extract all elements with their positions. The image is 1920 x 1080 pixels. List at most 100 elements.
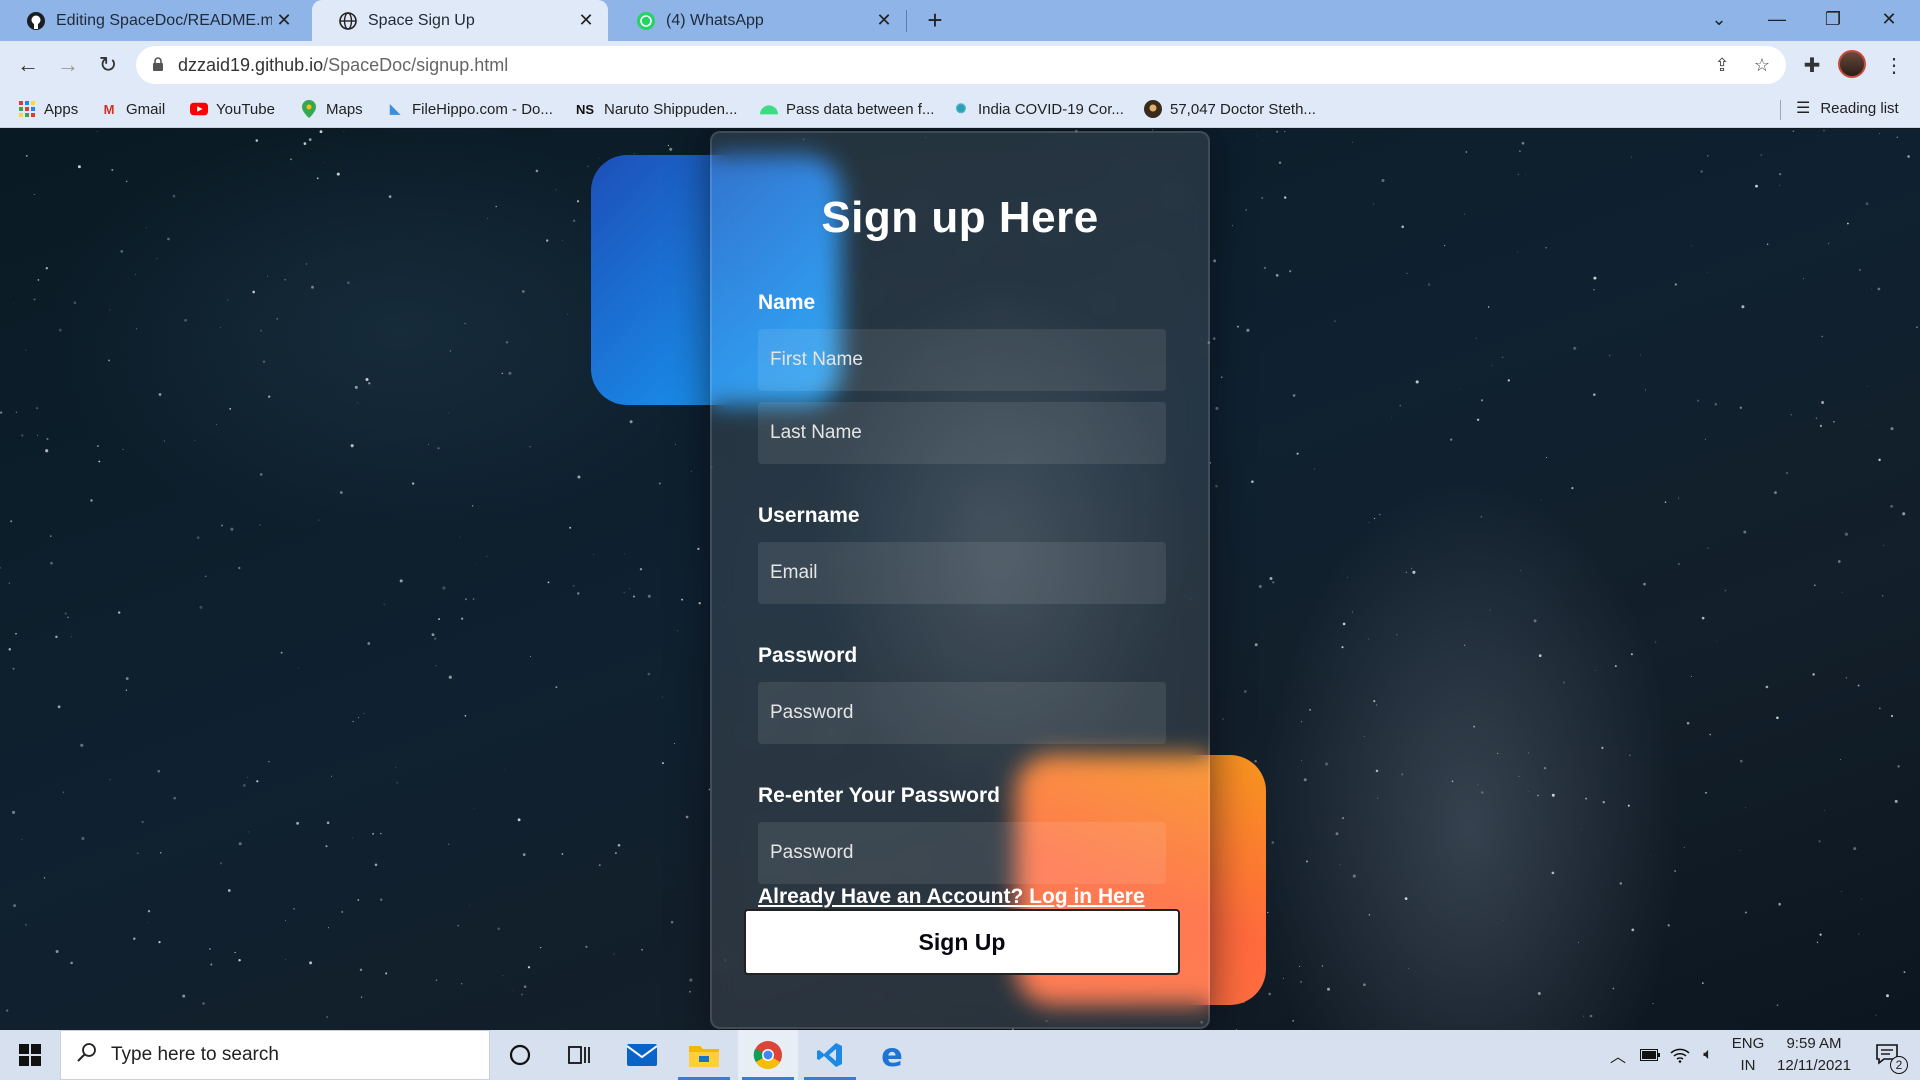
- tab-whatsapp[interactable]: (4) WhatsApp ✕: [610, 0, 906, 41]
- forward-icon[interactable]: →: [52, 49, 84, 81]
- star: [73, 301, 77, 305]
- star: [565, 1028, 566, 1030]
- star: [1792, 130, 1795, 133]
- address-bar[interactable]: dzzaid19.github.io/SpaceDoc/signup.html …: [136, 46, 1786, 84]
- bookmark-covid[interactable]: ✺ India COVID-19 Cor...: [952, 98, 1124, 120]
- reload-icon[interactable]: ↻: [92, 49, 124, 81]
- bookmark-filehippo[interactable]: ◣ FileHippo.com - Do...: [386, 98, 553, 120]
- star: [1583, 1015, 1584, 1017]
- tab-title: Space Sign Up: [368, 11, 475, 29]
- star: [1896, 136, 1898, 138]
- edge-icon[interactable]: e: [862, 1030, 922, 1080]
- star: [613, 953, 615, 955]
- bookmark-doctor[interactable]: 57,047 Doctor Steth...: [1144, 98, 1316, 120]
- wifi-icon[interactable]: [1666, 1030, 1694, 1080]
- star: [354, 385, 358, 389]
- star: [234, 951, 236, 954]
- profile-avatar[interactable]: [1838, 50, 1866, 78]
- star: [1537, 992, 1541, 995]
- star: [435, 665, 437, 667]
- bookmark-pass-data[interactable]: Pass data between f...: [760, 98, 934, 120]
- language-indicator[interactable]: ENG IN: [1728, 1033, 1768, 1077]
- close-tab-icon[interactable]: ✕: [574, 10, 598, 31]
- cortana-icon[interactable]: [490, 1030, 550, 1080]
- task-view-icon[interactable]: [550, 1030, 610, 1080]
- last-name-input[interactable]: [758, 402, 1166, 464]
- bookmark-naruto[interactable]: NS Naruto Shippuden...: [574, 98, 737, 120]
- star: [357, 716, 360, 719]
- star: [323, 162, 325, 164]
- share-icon[interactable]: ⇪: [1710, 53, 1734, 77]
- star: [1897, 765, 1900, 768]
- star: [1521, 142, 1525, 145]
- volume-icon[interactable]: 🔈︎: [1694, 1030, 1722, 1080]
- close-tab-icon[interactable]: ✕: [872, 10, 896, 31]
- star: [1779, 185, 1780, 187]
- star: [1379, 513, 1381, 516]
- star: [629, 420, 633, 424]
- star: [350, 444, 354, 448]
- star: [698, 601, 701, 605]
- star: [13, 904, 17, 908]
- battery-icon[interactable]: [1636, 1030, 1664, 1080]
- star: [125, 689, 128, 691]
- show-hidden-icons-chevron[interactable]: ︿: [1604, 1030, 1632, 1080]
- star: [15, 411, 17, 413]
- reading-list-button[interactable]: ☰ Reading list: [1796, 98, 1899, 118]
- star: [219, 862, 223, 865]
- star: [437, 447, 440, 450]
- chrome-icon[interactable]: [738, 1030, 798, 1080]
- clock[interactable]: 9:59 AM 12/11/2021: [1766, 1033, 1862, 1077]
- extensions-icon[interactable]: ✚: [1796, 50, 1828, 82]
- taskbar-search-box[interactable]: Type here to search: [60, 1030, 490, 1080]
- star: [1477, 784, 1479, 786]
- sign-up-button[interactable]: Sign Up: [744, 909, 1180, 975]
- password-input[interactable]: [758, 682, 1166, 744]
- bookmark-star-icon[interactable]: ☆: [1750, 53, 1774, 77]
- star: [147, 910, 151, 913]
- bookmark-label: YouTube: [216, 100, 275, 118]
- star: [448, 675, 452, 679]
- star: [1284, 131, 1286, 133]
- tab-space-sign-up[interactable]: Space Sign Up ✕: [312, 0, 608, 41]
- restore-icon[interactable]: ❐: [1806, 0, 1860, 41]
- bookmark-gmail[interactable]: M Gmail: [100, 98, 166, 120]
- tab-search-chevron-icon[interactable]: ⌄: [1692, 0, 1746, 41]
- star: [511, 990, 513, 992]
- close-window-icon[interactable]: ✕: [1862, 0, 1916, 41]
- vscode-icon[interactable]: [800, 1030, 860, 1080]
- bookmark-apps[interactable]: Apps: [18, 98, 78, 120]
- tab-strip: Editing SpaceDoc/README.md a ✕ Space Sig…: [0, 0, 1920, 41]
- star: [1480, 399, 1484, 402]
- new-tab-icon[interactable]: +: [920, 6, 950, 36]
- windows-taskbar: Type here to search e ︿ 🔈︎ ENG IN 9:59 A…: [0, 1030, 1920, 1080]
- login-link[interactable]: Already Have an Account? Log in Here: [758, 885, 1145, 909]
- reenter-password-input[interactable]: [758, 822, 1166, 884]
- email-input[interactable]: [758, 542, 1166, 604]
- tab-github[interactable]: Editing SpaceDoc/README.md a ✕: [0, 0, 306, 41]
- bookmark-youtube[interactable]: YouTube: [190, 98, 275, 120]
- windows-start-icon[interactable]: [0, 1030, 60, 1080]
- menu-kebab-icon[interactable]: ⋮: [1878, 50, 1910, 82]
- notification-center-icon[interactable]: 2: [1866, 1030, 1910, 1080]
- star: [1858, 268, 1861, 271]
- username-label: Username: [758, 504, 860, 527]
- star: [670, 920, 674, 924]
- bookmark-maps[interactable]: Maps: [300, 98, 363, 120]
- star: [77, 165, 81, 169]
- minimize-icon[interactable]: —: [1750, 0, 1804, 41]
- back-icon[interactable]: ←: [12, 49, 44, 81]
- first-name-input[interactable]: [758, 329, 1166, 391]
- star: [1739, 850, 1741, 851]
- notification-count-badge: 2: [1890, 1056, 1908, 1074]
- star: [1404, 897, 1408, 901]
- star: [1741, 305, 1745, 309]
- star: [137, 852, 139, 854]
- page-viewport: Sign up Here Name Username Password Re-e…: [0, 129, 1920, 1030]
- star: [1267, 911, 1269, 914]
- mail-icon[interactable]: [612, 1030, 672, 1080]
- star: [308, 138, 312, 141]
- file-explorer-icon[interactable]: [674, 1030, 734, 1080]
- close-tab-icon[interactable]: ✕: [272, 10, 296, 31]
- star: [1339, 864, 1341, 866]
